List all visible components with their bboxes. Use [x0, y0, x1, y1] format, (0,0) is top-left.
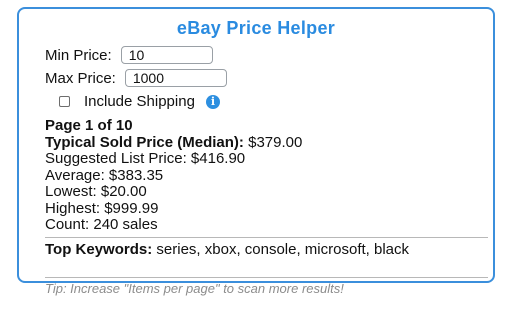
include-shipping-checkbox[interactable] — [59, 96, 70, 107]
max-price-row: Max Price: 1000 — [45, 69, 227, 87]
include-shipping-label[interactable]: Include Shipping — [84, 93, 195, 110]
popup-title: eBay Price Helper — [176, 18, 336, 38]
highest-price: Highest: $999.99 — [45, 199, 159, 217]
lowest-price: Lowest: $20.00 — [45, 183, 147, 200]
min-price-row: Min Price: 10 — [45, 46, 213, 64]
sales-count: Count: 240 sales — [45, 216, 158, 233]
min-price-input[interactable]: 10 — [120, 46, 213, 64]
max-price-label: Max Price: — [45, 69, 116, 87]
info-icon[interactable]: i — [205, 94, 220, 109]
median-line: Typical Sold Price (Median): $379.00 — [45, 133, 303, 152]
keywords-value: series, xbox, console, microsoft, black — [156, 241, 410, 258]
keywords-label: Top Keywords: — [45, 241, 153, 258]
median-value: $379.00 — [248, 133, 303, 151]
top-keywords: Top Keywords: series, xbox, console, mic… — [45, 242, 465, 258]
divider — [45, 277, 488, 278]
divider — [45, 237, 488, 238]
popup-card: eBay Price Helper Min Price: 10 Max Pric… — [17, 7, 495, 296]
include-shipping-row: Include Shipping i — [59, 93, 220, 110]
max-price-input[interactable]: 1000 — [124, 69, 227, 87]
median-label: Typical Sold Price (Median): — [45, 133, 244, 151]
stats-section: Page 1 of 10 Typical Sold Price (Median)… — [45, 117, 303, 234]
average-price: Average: $383.35 — [45, 166, 164, 184]
tip-text: Tip: Increase "Items per page" to scan m… — [45, 281, 344, 296]
suggested-price: Suggested List Price: $416.90 — [45, 150, 246, 167]
page-info: Page 1 of 10 — [45, 117, 133, 134]
min-price-label: Min Price: — [45, 46, 112, 64]
